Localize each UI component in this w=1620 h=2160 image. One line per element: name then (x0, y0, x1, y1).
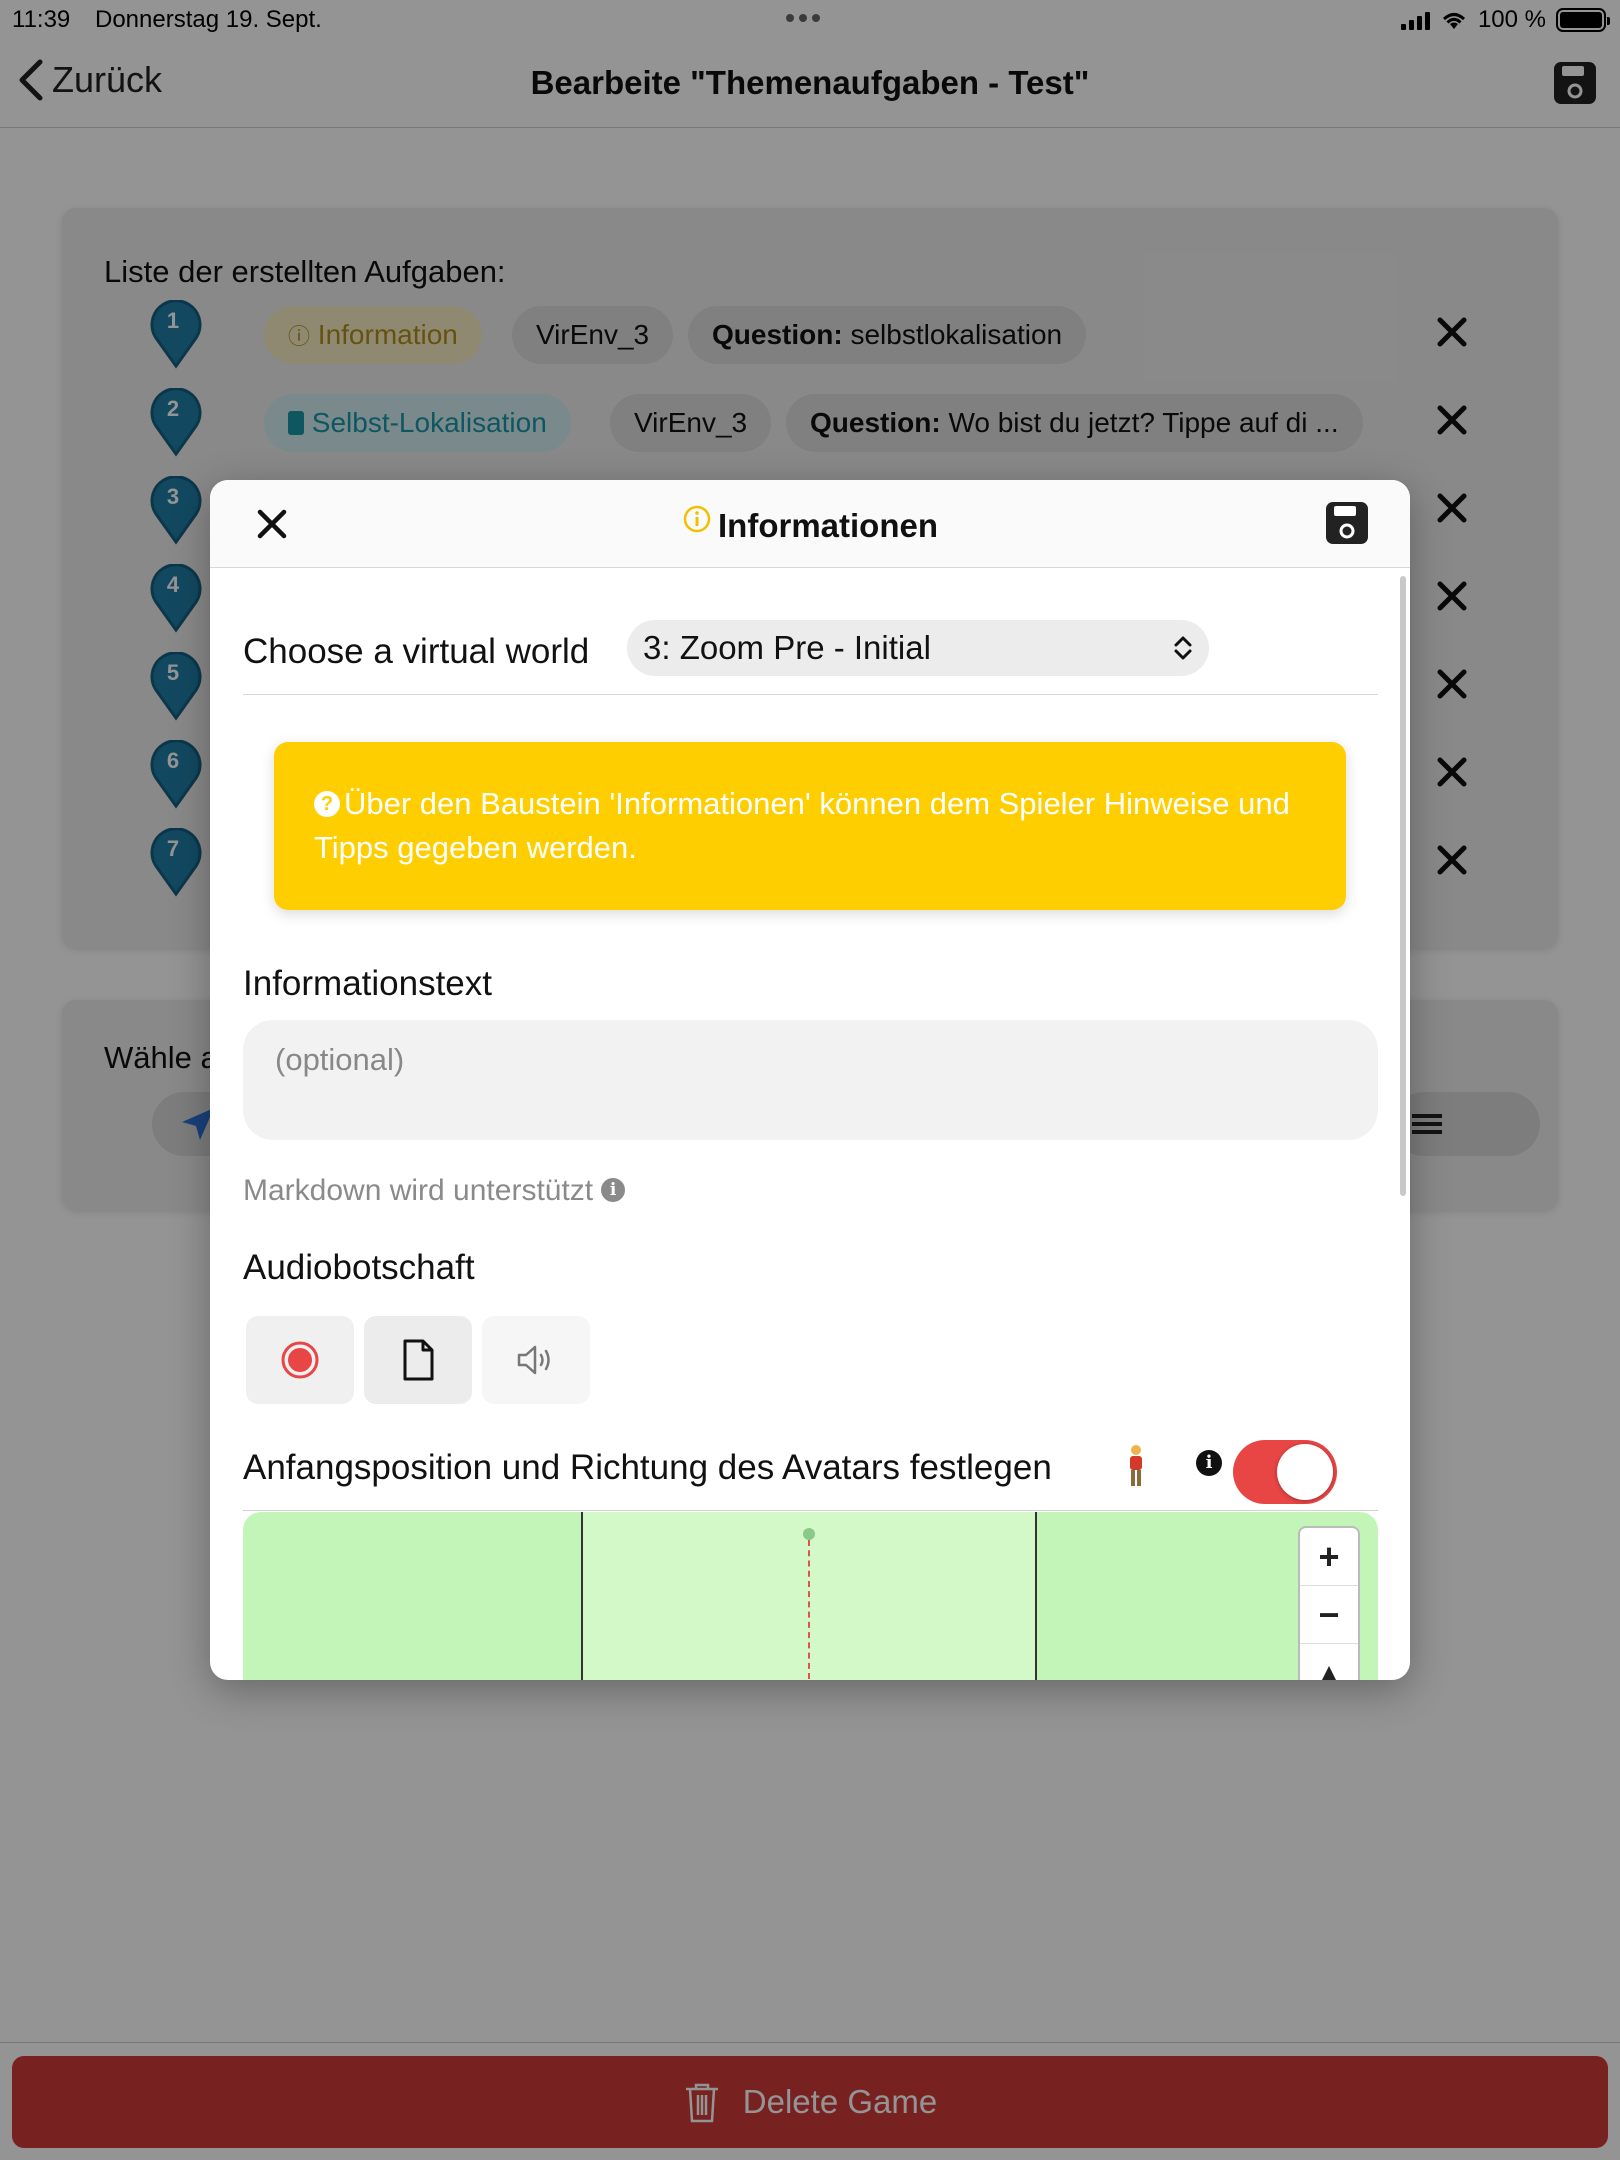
modal-header: Informationen (210, 480, 1410, 568)
hint-text: Über den Baustein 'Informationen' können… (314, 786, 1290, 865)
map-zoom-control: + − ▲ (1298, 1526, 1360, 1680)
question-circle-icon: ? (314, 791, 340, 817)
info-hint-box: ? Über den Baustein 'Informationen' könne… (274, 742, 1346, 910)
markdown-note-text: Markdown wird unterstützt (243, 1174, 594, 1207)
markdown-note: Markdown wird unterstützt i (243, 1174, 626, 1208)
zoom-in-button[interactable]: + (1300, 1528, 1358, 1586)
person-icon (1130, 1445, 1142, 1486)
avatar-map[interactable]: + − ▲ (243, 1512, 1378, 1680)
info-text-label: Informationstext (243, 964, 492, 1003)
audio-label: Audiobotschaft (243, 1248, 475, 1287)
avatar-position-row: Anfangsposition und Richtung des Avatars… (243, 1440, 1378, 1504)
speaker-icon (517, 1345, 550, 1375)
zoom-out-button[interactable]: − (1300, 1586, 1358, 1644)
info-circle-icon (683, 505, 711, 533)
info-text-field[interactable] (243, 1020, 1378, 1140)
information-modal: Informationen Choose a virtual world 3: … (210, 480, 1410, 1680)
virtual-world-label: Choose a virtual world (243, 632, 590, 671)
avatar-position-toggle[interactable] (1233, 1440, 1337, 1504)
upload-audio-button[interactable] (364, 1316, 472, 1404)
compass-button[interactable]: ▲ (1300, 1644, 1358, 1681)
modal-title: Informationen (210, 504, 1410, 545)
avatar-marker[interactable] (803, 1528, 815, 1540)
modal-title-text: Informationen (718, 507, 938, 544)
info-icon[interactable]: i (601, 1178, 626, 1202)
file-icon (403, 1339, 434, 1381)
avatar-direction-line (808, 1540, 810, 1680)
virtual-world-select[interactable]: 3: Zoom Pre - Initial (627, 620, 1209, 676)
play-audio-button[interactable] (482, 1316, 590, 1404)
save-icon[interactable] (1324, 500, 1370, 546)
record-audio-button[interactable] (246, 1316, 354, 1404)
virtual-world-value: 3: Zoom Pre - Initial (643, 629, 931, 666)
toggle-knob (1277, 1444, 1333, 1500)
select-chevrons-icon (1174, 636, 1192, 660)
modal-scrollbar[interactable] (1400, 576, 1406, 1196)
record-icon (281, 1341, 319, 1379)
virtual-world-row: Choose a virtual world 3: Zoom Pre - Ini… (243, 620, 1378, 695)
avatar-divider (243, 1510, 1378, 1511)
avatar-position-label: Anfangsposition und Richtung des Avatars… (243, 1448, 1052, 1487)
info-icon[interactable]: i (1196, 1450, 1222, 1476)
